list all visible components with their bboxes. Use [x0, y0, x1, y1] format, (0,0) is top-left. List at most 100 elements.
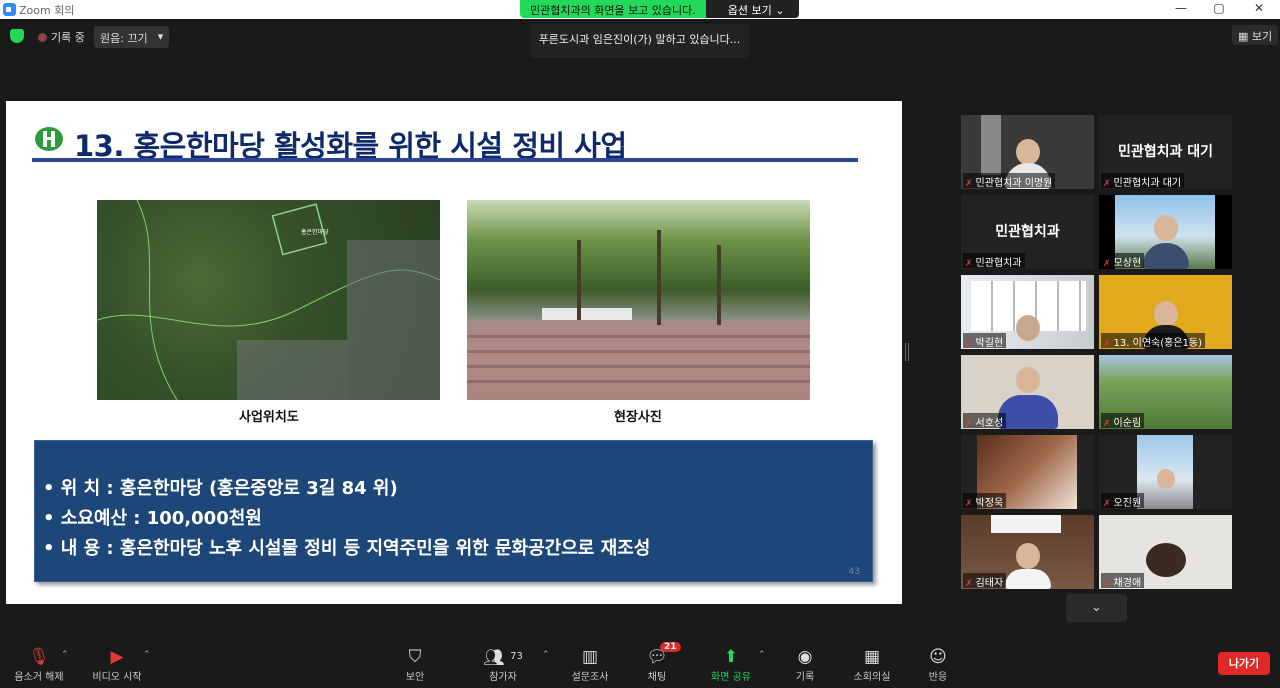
muted-mic-icon: ✗	[965, 499, 973, 509]
participant-tile[interactable]: 민관협치과 ✗ 민관협치과	[961, 195, 1094, 269]
participant-tile[interactable]: ✗ 모상현	[1099, 195, 1232, 269]
maximize-button[interactable]: ▢	[1204, 1, 1234, 15]
participant-name: 김태자	[975, 578, 1004, 589]
avatar	[1015, 315, 1040, 341]
participant-name: 박정욱	[975, 498, 1004, 509]
share-status-text: 민관협치과의 화면을 보고 있습니다.	[520, 0, 706, 18]
security-button[interactable]: ⛉ 보안	[380, 646, 450, 683]
participant-tile[interactable]: ✗ 민관협치과 이명원	[961, 115, 1094, 189]
muted-mic-icon: ✗	[965, 259, 973, 269]
participant-tile[interactable]: ✗ 이순림	[1099, 355, 1232, 429]
share-screen-label: 화면 공유	[711, 672, 751, 683]
close-button[interactable]: ✕	[1244, 1, 1274, 15]
participant-tile[interactable]: ✗ 서호성	[961, 355, 1094, 429]
participant-name: 모상현	[1113, 258, 1142, 269]
record-icon: ◉	[797, 647, 813, 667]
map-location-label: 홍은한마당	[301, 228, 329, 236]
avatar	[1015, 543, 1040, 569]
polls-button[interactable]: ▥ 설문조사	[555, 646, 625, 683]
photo-caption: 현장사진	[614, 410, 662, 425]
panel-resize-handle[interactable]	[905, 343, 909, 361]
security-shield-icon[interactable]	[10, 29, 24, 43]
polls-label: 설문조사	[571, 672, 609, 683]
share-options-caret[interactable]: ⌃	[758, 650, 766, 660]
original-sound-label: 원음: 끄기	[100, 32, 148, 45]
original-sound-toggle[interactable]: 원음: 끄기 ▾	[94, 26, 170, 48]
muted-mic-icon: ✗	[1103, 499, 1111, 509]
breakout-rooms-button[interactable]: ▦ 소회의실	[837, 646, 907, 683]
muted-mic-icon: ✗	[1103, 259, 1111, 269]
breakout-label: 소회의실	[853, 672, 891, 683]
muted-mic-icon: ✗	[1103, 419, 1111, 429]
share-screen-button[interactable]: ⬆︎ 화면 공유	[696, 646, 766, 683]
video-options-caret[interactable]: ⌃	[143, 650, 151, 660]
leave-button[interactable]: 나가기	[1218, 652, 1270, 675]
minimize-button[interactable]: —	[1166, 1, 1196, 15]
participant-name: 민관협치과 이명원	[975, 178, 1053, 189]
participant-tile[interactable]: ✗ 13. 이연숙(홍은1동)	[1099, 275, 1232, 349]
grid-icon: ▦	[1238, 30, 1252, 43]
participant-name: 13. 이연숙(홍은1동)	[1113, 338, 1202, 349]
active-speaker-notice: 푸른도시과 임은진이(가) 말하고 있습니다...	[530, 24, 749, 58]
participant-name: 이순림	[1113, 418, 1142, 429]
screen-share-banner: 민관협치과의 화면을 보고 있습니다. 옵션 보기 ⌄	[520, 0, 799, 18]
participant-tile[interactable]: ✗ 오진원	[1099, 435, 1232, 509]
map-caption: 사업위치도	[239, 410, 299, 425]
zoom-logo-icon	[3, 3, 16, 16]
site-photo-image	[467, 200, 810, 400]
participants-icon: 👥︎ 73	[483, 648, 523, 668]
avatar	[1153, 301, 1178, 327]
location-line: • 위 치 : 홍은한마당 (홍은중앙로 3길 84 위)	[43, 478, 398, 499]
muted-mic-icon: ✗	[1103, 179, 1111, 189]
content-line: • 내 용 : 홍은한마당 노후 시설물 정비 등 지역주민을 위한 문화공간으…	[43, 538, 651, 559]
reactions-label: 반응	[928, 672, 948, 683]
record-button[interactable]: ◉ 기록	[770, 646, 840, 683]
chevron-down-icon[interactable]: ▾	[158, 30, 164, 44]
start-video-button[interactable]: ▶︎ 비디오 시작	[82, 646, 152, 683]
chat-bubble-icon: 💬︎	[646, 647, 668, 667]
shared-slide: 13. 홍은한마당 활성화를 위한 시설 정비 사업 홍은한마당 사업위치도 현…	[6, 101, 902, 604]
muted-mic-icon: ✗	[965, 179, 973, 189]
unmute-label: 음소거 해제	[14, 672, 64, 683]
muted-mic-icon: ✗	[965, 579, 973, 589]
participant-name: 채경애	[1113, 578, 1142, 589]
gallery-scroll-down-button[interactable]: ⌄	[1066, 594, 1127, 622]
start-video-label: 비디오 시작	[92, 672, 142, 683]
shield-icon: ⛉	[408, 647, 422, 667]
avatar	[1153, 215, 1178, 241]
muted-mic-icon: ✗	[1103, 339, 1111, 349]
participants-options-caret[interactable]: ⌃	[542, 650, 550, 660]
participant-tile[interactable]: ✗ 박정욱	[961, 435, 1094, 509]
participants-label: 참가자	[489, 672, 517, 683]
participant-tile[interactable]: 민관협치과 대기 ✗ 민관협치과 대기	[1099, 115, 1232, 189]
muted-mic-icon: ✗	[965, 419, 973, 429]
participant-count: 73	[510, 651, 523, 662]
audio-options-caret[interactable]: ⌃	[61, 650, 69, 660]
chat-label: 채팅	[647, 672, 667, 683]
smiley-icon: ☺︎	[929, 647, 947, 667]
muted-mic-icon: ✗	[1103, 579, 1111, 589]
participants-button[interactable]: 👥︎ 73 참가자	[468, 646, 538, 683]
muted-mic-icon: ✗	[965, 339, 973, 349]
project-info-box: • 위 치 : 홍은한마당 (홍은중앙로 3길 84 위) • 소요예산 : 1…	[34, 440, 873, 582]
budget-line: • 소요예산 : 100,000천원	[43, 508, 262, 529]
participant-tile[interactable]: ✗ 김태자	[961, 515, 1094, 589]
window-title: Zoom 회의	[19, 4, 75, 17]
record-dot-icon	[38, 33, 47, 42]
view-options-button[interactable]: 옵션 보기 ⌄	[705, 0, 799, 18]
slide-page-number: 43	[848, 567, 860, 577]
bar-chart-icon: ▥	[581, 647, 599, 667]
participant-tile[interactable]: ✗ 채경애	[1099, 515, 1232, 589]
chat-unread-badge: 21	[660, 642, 681, 652]
recording-indicator[interactable]: 기록 중	[38, 29, 85, 53]
participant-name: 민관협치과 대기	[1113, 178, 1182, 189]
view-label: 보기	[1251, 30, 1273, 43]
chat-button[interactable]: 💬︎ 채팅	[622, 646, 692, 683]
reactions-button[interactable]: ☺︎ 반응	[903, 646, 973, 683]
participant-name: 서호성	[975, 418, 1004, 429]
participant-display-name: 민관협치과 대기	[1117, 144, 1214, 160]
seodaemun-logo-icon	[35, 127, 63, 151]
title-underline	[32, 158, 858, 162]
participant-tile[interactable]: ✗ 박길현	[961, 275, 1094, 349]
view-button[interactable]: ▦ 보기	[1232, 25, 1279, 45]
